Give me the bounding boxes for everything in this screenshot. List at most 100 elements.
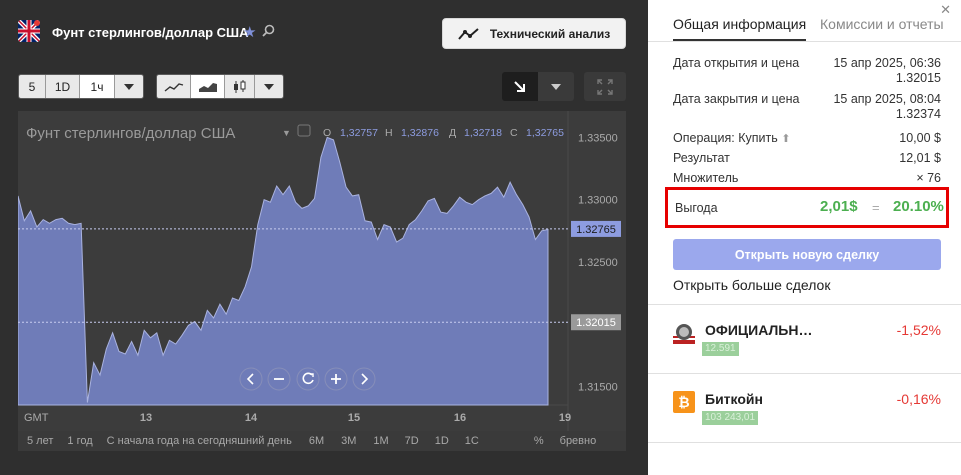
asset-change: -0,16% [896, 391, 941, 407]
tab-divider [648, 41, 961, 42]
operation-row: Операция: Купить ⬆ 10,00 $ [673, 131, 941, 147]
close-date: 15 апр 2025, 08:04 [833, 92, 941, 106]
chart-type-selector [156, 74, 284, 99]
y-tick-label: 1.31500 [578, 381, 618, 393]
asset-item-official[interactable]: ОФИЦИАЛЬН… -1,52% 12.591 [673, 320, 941, 370]
line-chart-button[interactable] [157, 75, 192, 98]
close-date-row: Дата закрытия и цена 15 апр 2025, 08:04 1… [673, 92, 941, 124]
direction-button[interactable] [502, 72, 538, 101]
percent-scale-toggle[interactable]: % [534, 435, 544, 447]
bitcoin-icon: ₿ [673, 391, 695, 413]
gmt-label: GMT [24, 412, 49, 424]
range-1d[interactable]: 1D [435, 435, 449, 447]
result-row: Результат 12,01 $ [673, 151, 941, 167]
technical-analysis-label: Технический анализ [489, 26, 611, 41]
profit-equals: = [872, 200, 880, 215]
area-chart-button[interactable] [191, 75, 225, 98]
open-price-tag-label: 1.32015 [576, 317, 616, 329]
direction-dropdown[interactable] [538, 72, 574, 101]
asset-change: -1,52% [896, 322, 941, 338]
candlestick-icon [233, 79, 246, 93]
fullscreen-icon [597, 78, 613, 95]
close-price: 1.32374 [895, 107, 941, 121]
y-tick-label: 1.33500 [578, 132, 618, 144]
asset-price: 12.591 [702, 342, 739, 356]
open-new-deal-button[interactable]: Открыть новую сделку [673, 239, 941, 270]
close-date-label: Дата закрытия и цена [673, 92, 800, 106]
chevron-down-icon [124, 83, 134, 90]
profit-value: 2,01$ [820, 198, 858, 215]
favorite-star-icon[interactable]: ★ [243, 23, 256, 41]
y-tick-label: 1.32500 [578, 257, 618, 269]
chevron-down-icon [264, 83, 275, 90]
ohlc-close: 1,32765 [526, 127, 564, 139]
range-1m[interactable]: 1M [373, 435, 388, 447]
period-1d[interactable]: 1D [46, 75, 80, 98]
chevron-down-icon [551, 83, 561, 90]
tab-general-info[interactable]: Общая информация [673, 16, 807, 41]
period-selector: 5 1D 1ч [18, 74, 144, 99]
operation-text: Операция: Купить [673, 131, 778, 145]
divider [648, 373, 961, 374]
zoom-out-button[interactable] [267, 367, 291, 391]
result-label: Результат [673, 151, 730, 165]
legend-dropdown-icon[interactable]: ▼ [282, 128, 291, 138]
price-chart[interactable]: 1.32765 1.32015 1.33500 1.33000 1.32500 1.31… [18, 111, 626, 451]
ohlc-close-label: С [510, 127, 518, 139]
chart-panel: Фунт стерлингов/доллар США ★ Технический… [0, 0, 648, 475]
current-price-tag-label: 1.32765 [576, 224, 616, 236]
search-icon[interactable] [262, 24, 275, 42]
ohlc-low: 1,32718 [464, 127, 502, 139]
divider [648, 442, 961, 443]
range-1c[interactable]: 1C [465, 435, 479, 447]
scroll-right-button[interactable] [352, 367, 376, 391]
range-ytd[interactable]: С начала года на сегодняшний день [107, 435, 292, 447]
reset-zoom-button[interactable] [296, 367, 320, 391]
profit-label: Выгода [675, 201, 718, 215]
open-price: 1.32015 [895, 71, 941, 85]
x-tick-label: 14 [245, 412, 258, 424]
candle-chart-button[interactable] [225, 75, 256, 98]
asset-name: ОФИЦИАЛЬН… [705, 322, 813, 338]
asset-price: 103 243,01 [702, 411, 759, 425]
ohlc-open: 1,32757 [340, 127, 378, 139]
arrow-up-icon: ⬆ [781, 133, 791, 145]
direction-selector [502, 72, 574, 101]
open-date-row: Дата открытия и цена 15 апр 2025, 06:36 1… [673, 56, 941, 88]
open-more-deals-link[interactable]: Открыть больше сделок [673, 277, 830, 293]
operation-value: 10,00 $ [899, 131, 941, 145]
fullscreen-button[interactable] [584, 72, 626, 101]
range-7d[interactable]: 7D [405, 435, 419, 447]
open-date-label: Дата открытия и цена [673, 56, 800, 70]
ohlc-open-label: О [323, 127, 331, 139]
chart-legend-title: Фунт стерлингов/доллар США [26, 125, 235, 142]
x-tick-label: 15 [348, 412, 360, 424]
trend-line-icon [458, 27, 479, 40]
period-1h[interactable]: 1ч [80, 75, 115, 98]
x-tick-label: 16 [454, 412, 466, 424]
profit-percent: 20.10% [893, 198, 944, 215]
technical-analysis-button[interactable]: Технический анализ [442, 18, 626, 49]
range-5y[interactable]: 5 лет [27, 435, 53, 447]
asset-item-bitcoin[interactable]: ₿ Биткойн -0,16% 103 243,01 [673, 389, 941, 439]
uk-flag-icon [18, 20, 40, 42]
asset-name: Биткойн [705, 391, 763, 407]
range-3m[interactable]: 3M [341, 435, 356, 447]
log-scale-toggle[interactable]: бревно [560, 435, 597, 447]
close-date-value: 15 апр 2025, 08:04 1.32374 [833, 92, 941, 122]
period-dropdown[interactable] [115, 75, 143, 98]
x-tick-label: 19 [559, 412, 571, 424]
profit-highlight-box: Выгода 2,01$ = 20.10% [665, 187, 949, 228]
range-1y[interactable]: 1 год [67, 435, 92, 447]
official-coin-icon [673, 322, 695, 344]
tab-fees-reports[interactable]: Комиссии и отчеты [820, 16, 944, 32]
range-6m[interactable]: 6M [309, 435, 324, 447]
instrument-title: Фунт стерлингов/доллар США [52, 25, 249, 40]
scroll-left-button[interactable] [239, 367, 263, 391]
x-tick-label: 13 [140, 412, 152, 424]
chart-type-dropdown[interactable] [255, 75, 283, 98]
period-5[interactable]: 5 [19, 75, 46, 98]
zoom-in-button[interactable] [324, 367, 348, 391]
line-chart-icon [164, 82, 183, 92]
y-tick-label: 1.33000 [578, 195, 618, 207]
